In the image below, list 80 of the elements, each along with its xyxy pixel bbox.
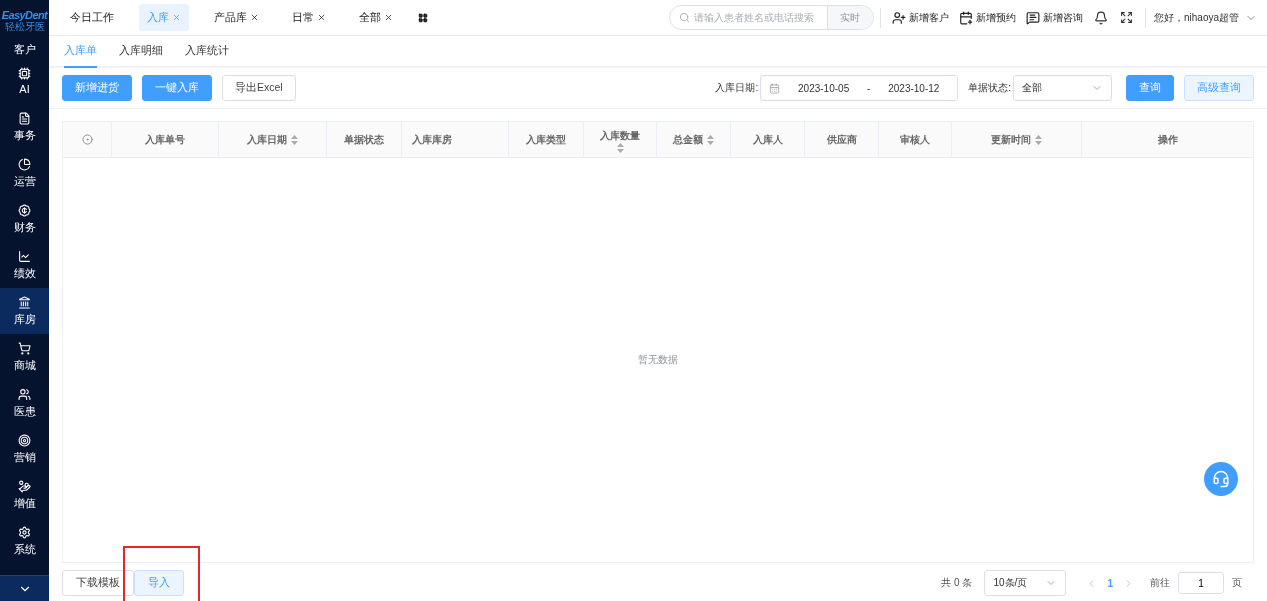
sidebar-item[interactable]: 绩效 <box>0 242 49 288</box>
column-header[interactable]: 入库日期 <box>247 132 298 147</box>
cart-icon <box>18 341 31 355</box>
page-tab[interactable]: 全部 <box>351 4 401 31</box>
header-action[interactable]: 新增咨询 <box>1020 10 1088 25</box>
close-icon[interactable] <box>317 13 326 22</box>
column-header: 审核人 <box>900 132 930 147</box>
target-icon <box>18 433 31 447</box>
sidebar-item[interactable]: 财务 <box>0 196 49 242</box>
toolbar-button[interactable]: 导出Excel <box>222 75 296 101</box>
header-action[interactable]: 新增客户 <box>886 10 954 25</box>
column-header[interactable]: 总金额 <box>673 132 714 147</box>
calendar-icon <box>769 82 781 94</box>
pie-chart-icon <box>18 157 31 171</box>
sidebar-item[interactable]: 商城 <box>0 334 49 380</box>
close-icon[interactable] <box>384 13 393 22</box>
sort-icon[interactable] <box>616 143 624 153</box>
goto-label: 前往 <box>1150 576 1170 590</box>
footer-button[interactable]: 下载模板 <box>62 570 134 596</box>
column-header: 入库类型 <box>526 132 566 147</box>
date-range-field[interactable]: 2023-10-05 - 2023-10-12 <box>760 75 959 101</box>
sidebar-item[interactable]: 营销 <box>0 426 49 472</box>
user-menu[interactable]: 您好，nihaoya超管 <box>1151 10 1267 25</box>
page-tab[interactable]: 产品库 <box>206 4 267 31</box>
sub-tab[interactable]: 入库统计 <box>185 36 229 68</box>
sidebar-item[interactable]: 运营 <box>0 150 49 196</box>
bell-icon <box>1093 10 1108 25</box>
line-chart-icon <box>18 249 31 263</box>
column-header[interactable]: 入库数量 <box>600 129 640 153</box>
sort-icon[interactable] <box>1035 134 1042 145</box>
column-header: 单据状态 <box>344 132 384 147</box>
logo-subtitle: 轻松牙医 <box>4 20 45 32</box>
filter-label: 入库日期: <box>715 81 759 95</box>
search-icon <box>678 12 690 23</box>
page-tab[interactable]: 日常 <box>284 4 334 31</box>
column-header: 入库单号 <box>145 132 185 147</box>
end-date: 2023-10-12 <box>887 82 941 94</box>
sidebar-item[interactable]: 客户 <box>0 40 49 58</box>
column-header: 入库库房 <box>412 132 452 147</box>
chip-icon <box>18 67 31 80</box>
start-date: 2023-10-05 <box>797 82 851 94</box>
column-header[interactable]: 更新时间 <box>991 132 1042 147</box>
hand-coin-icon <box>18 479 31 493</box>
sidebar-item[interactable]: 事务 <box>0 104 49 150</box>
column-header: 操作 <box>1157 132 1178 147</box>
expand-button[interactable] <box>0 575 49 601</box>
page-tab[interactable]: 今日工作 <box>62 4 122 31</box>
headset-icon <box>1212 470 1230 488</box>
column-header: 入库人 <box>752 132 783 147</box>
sub-tab[interactable]: 入库明细 <box>119 36 163 68</box>
page-input[interactable]: 1 <box>1178 572 1224 594</box>
empty-message: 暂无数据 <box>638 353 678 367</box>
status-select[interactable]: 全部 <box>1013 75 1112 101</box>
sidebar-item[interactable]: 系统 <box>0 518 49 564</box>
page-size-select[interactable]: 10条/页 <box>984 570 1067 596</box>
message-icon <box>1025 10 1040 25</box>
filter-label: 单据状态: <box>968 81 1011 95</box>
document-icon <box>18 111 31 125</box>
page-suffix: 页 <box>1232 576 1242 590</box>
user-plus-icon <box>891 10 906 25</box>
column-settings-icon[interactable] <box>81 134 93 145</box>
grid-icon[interactable] <box>418 12 428 23</box>
logo-text: EasyDent <box>1 8 48 21</box>
fullscreen-icon <box>1119 11 1133 24</box>
sidebar-item[interactable]: 增值 <box>0 472 49 518</box>
sidebar-item[interactable]: 库房 <box>0 288 49 334</box>
coin-icon <box>18 203 31 217</box>
people-icon <box>18 387 31 401</box>
settings-icon <box>18 525 31 539</box>
sort-icon[interactable] <box>707 134 714 145</box>
support-button[interactable] <box>1204 462 1238 496</box>
sidebar-item[interactable]: 医患 <box>0 380 49 426</box>
total-count: 共 0 条 <box>941 576 973 590</box>
sort-icon[interactable] <box>291 134 298 145</box>
sidebar-item[interactable]: AI <box>0 58 49 104</box>
header-action[interactable]: 新增预约 <box>953 10 1021 25</box>
range-separator: - <box>867 82 871 94</box>
column-header: 供应商 <box>826 132 857 147</box>
close-icon[interactable] <box>250 13 259 22</box>
building-icon <box>18 295 31 309</box>
